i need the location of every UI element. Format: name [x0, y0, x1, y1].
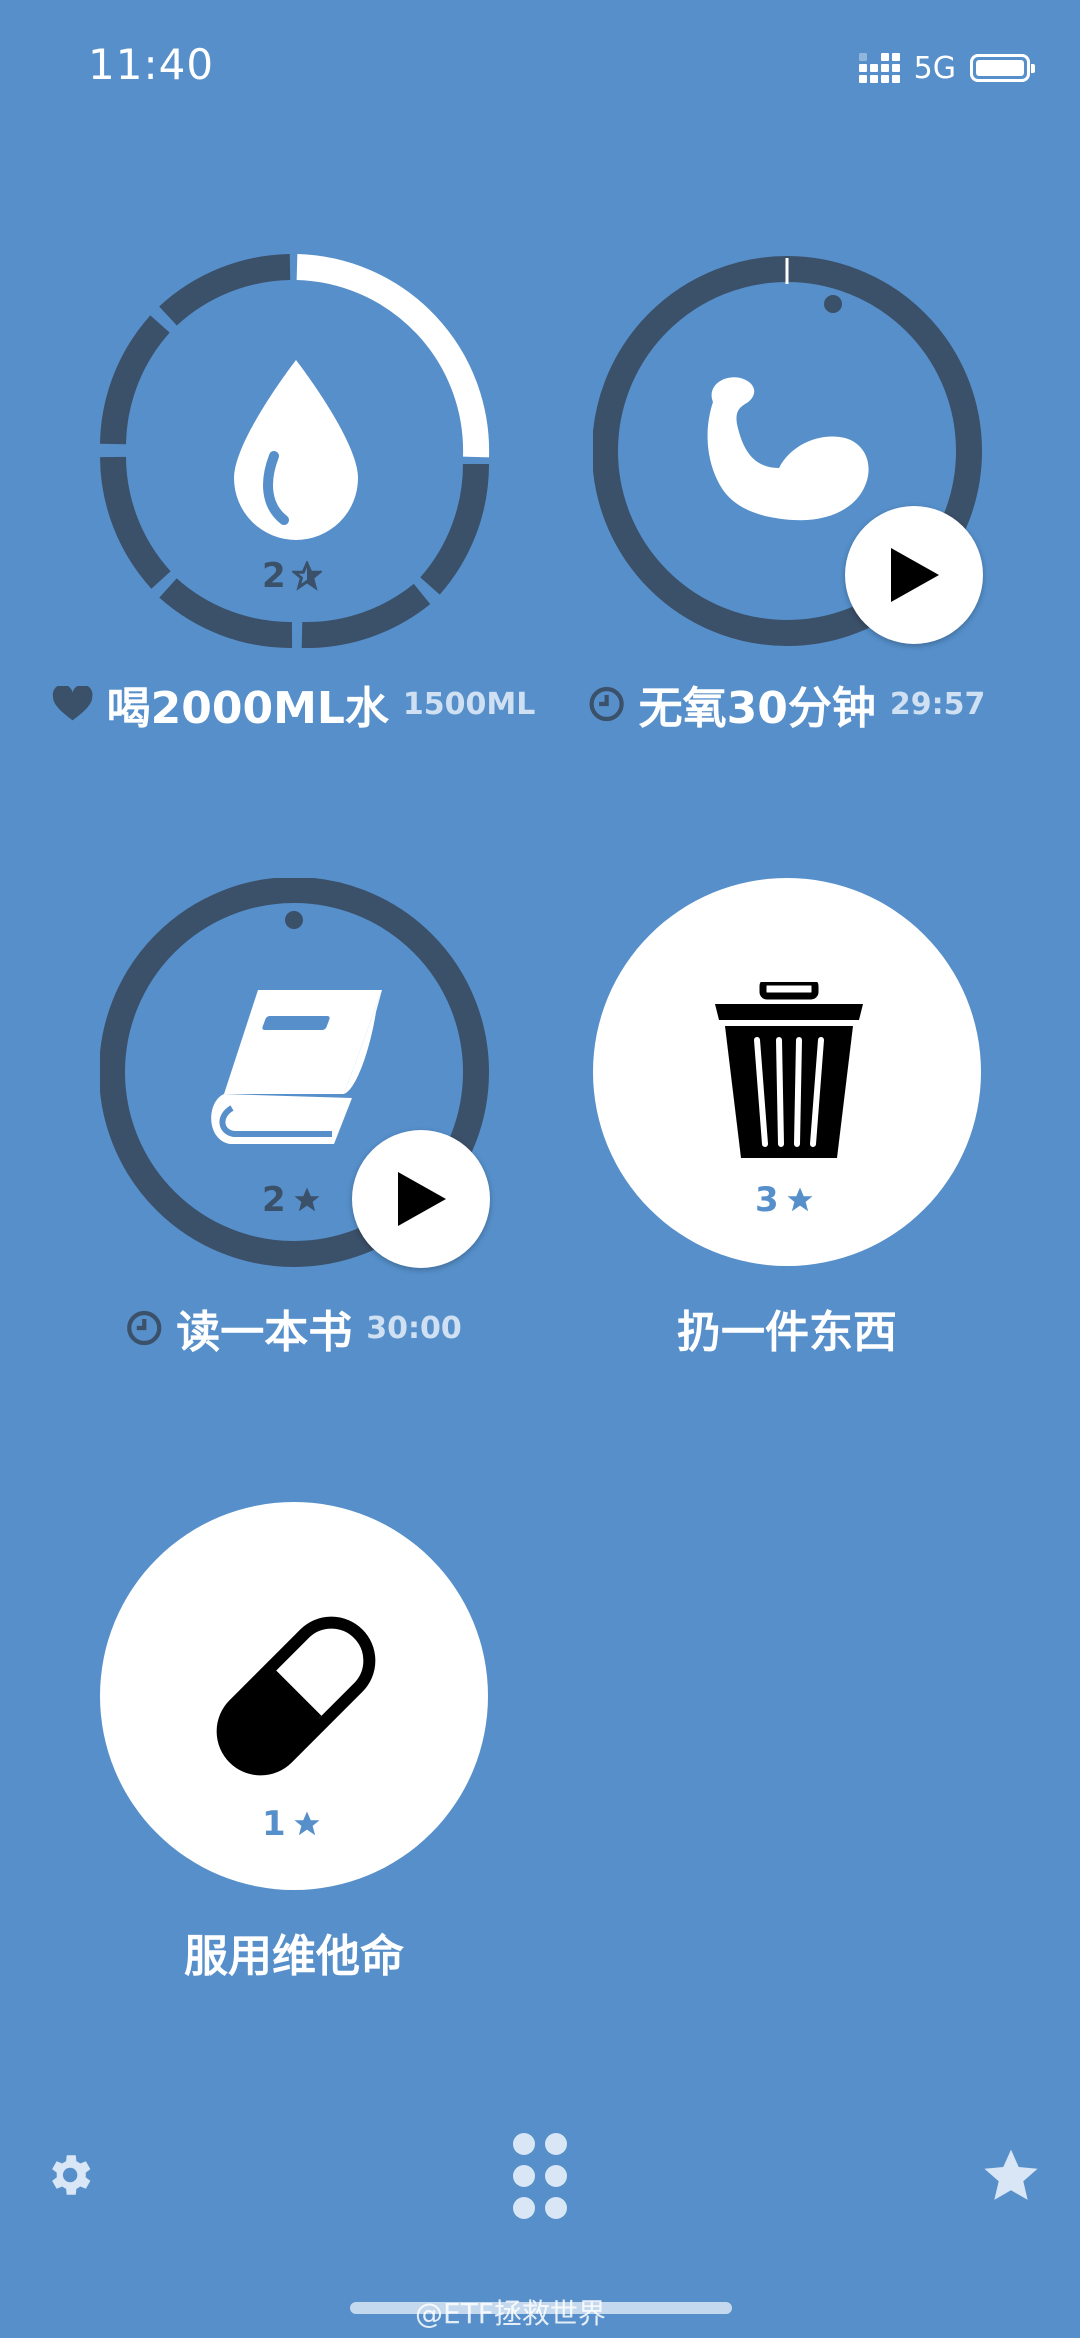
- pill-icon: [206, 1606, 386, 1790]
- flexed-arm-icon: [693, 372, 873, 526]
- habit-label-exercise: 无氧30分钟 29:57: [589, 672, 985, 736]
- heart-icon: [52, 686, 93, 721]
- star-count: 2: [262, 1180, 322, 1220]
- clock-icon: [589, 686, 624, 722]
- habit-label-vitamin: 服用维他命: [184, 1931, 404, 1982]
- play-button[interactable]: [845, 506, 983, 644]
- star-icon[interactable]: [982, 2146, 1040, 2208]
- gear-icon[interactable]: [42, 2148, 96, 2206]
- star-count: 3: [755, 1180, 815, 1220]
- habit-water[interactable]: 2: [100, 254, 494, 648]
- half-star-icon: [291, 561, 322, 591]
- habit-vitamin[interactable]: 1: [100, 1502, 494, 1896]
- signal-icon: [858, 53, 900, 83]
- trash-can-icon: [711, 978, 867, 1162]
- clock-icon: [127, 1310, 162, 1346]
- network-type: 5G: [913, 50, 956, 86]
- star-icon: [787, 1187, 813, 1212]
- habit-read[interactable]: 2: [100, 878, 494, 1272]
- habit-label-water: 喝2000ML水 1500ML: [52, 672, 535, 736]
- grid-icon[interactable]: [512, 2132, 568, 2224]
- watermark: @ETF拯救世界: [415, 2297, 606, 2330]
- star-count: 1: [262, 1804, 322, 1844]
- book-icon: [206, 990, 382, 1154]
- habit-exercise[interactable]: [593, 254, 987, 648]
- star-icon: [294, 1187, 320, 1212]
- water-drop-icon: [234, 360, 358, 544]
- star-icon: [294, 1811, 320, 1836]
- habit-label-read: 读一本书 30:00: [126, 1296, 462, 1360]
- habit-label-declutter: 扔一件东西: [677, 1307, 897, 1358]
- play-button[interactable]: [352, 1130, 490, 1268]
- star-count: 2: [262, 556, 322, 596]
- status-time: 11:40: [88, 40, 215, 89]
- status-indicators: 5G: [858, 48, 1035, 88]
- battery-icon: [970, 54, 1035, 82]
- habit-declutter[interactable]: 3: [593, 878, 987, 1272]
